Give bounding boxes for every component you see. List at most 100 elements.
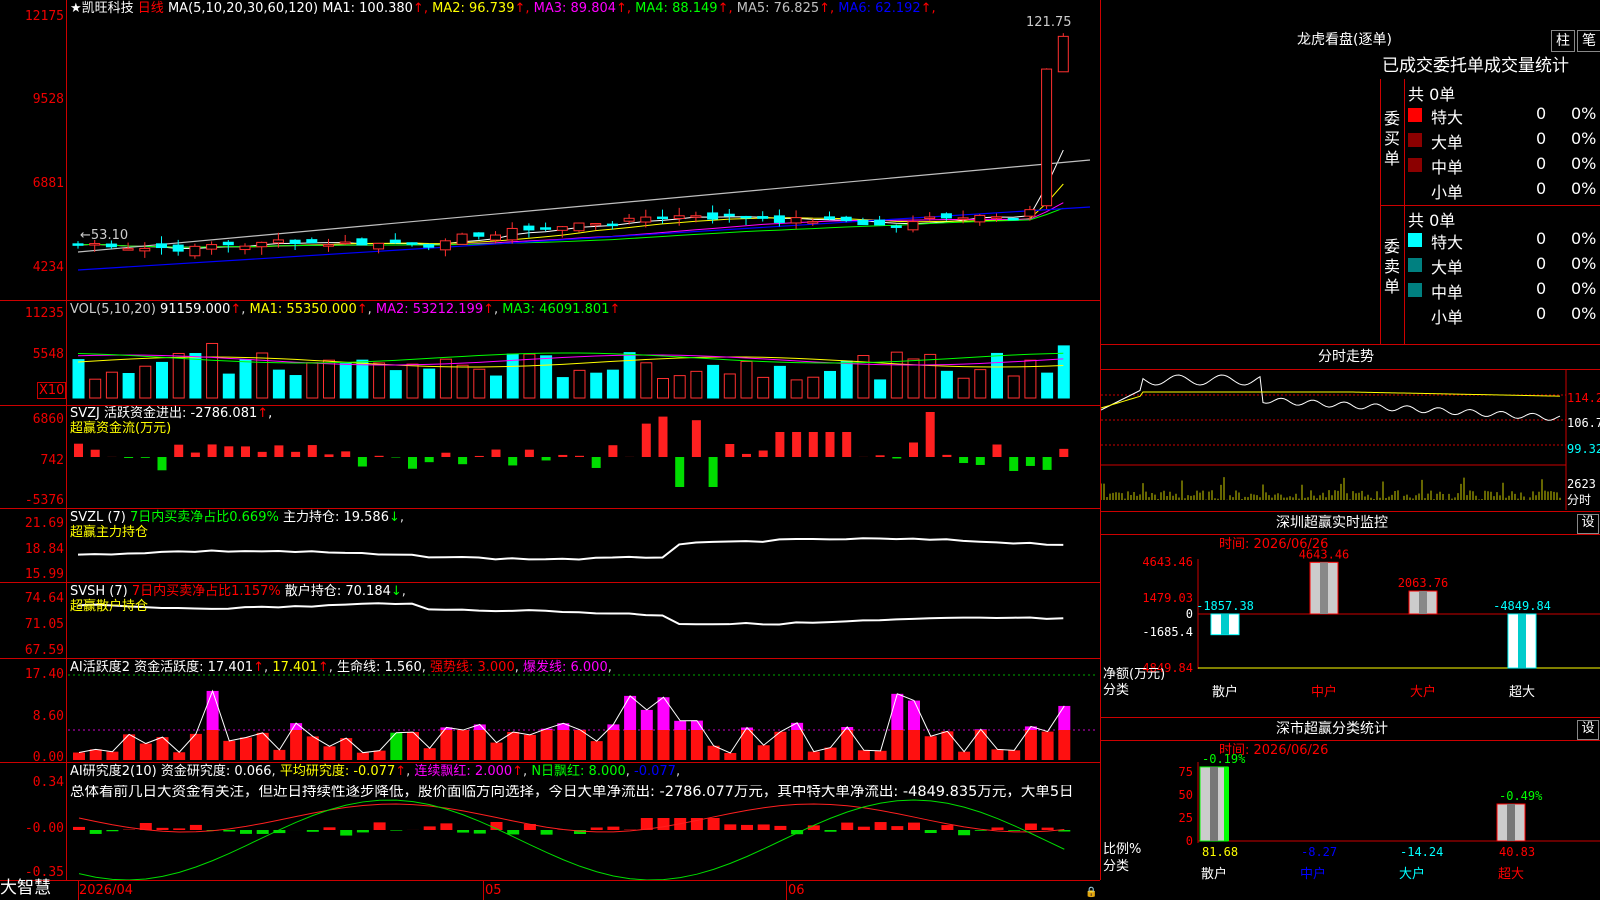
svsh-subtitle: 超赢散户持仓 <box>70 599 149 614</box>
candle <box>606 223 618 227</box>
volume-bar <box>439 358 452 399</box>
activity-bar <box>690 720 703 730</box>
divider <box>1101 344 1600 345</box>
price-tick: 9528 <box>32 92 64 107</box>
research-bar <box>356 830 369 833</box>
sz-monitor-chart: 4643.46 1479.03 0 -1685.4 -4849.84 -1857.38 散户… <box>1103 547 1600 700</box>
buy-total: 共 0单 <box>1408 85 1456 104</box>
candle <box>272 239 284 244</box>
svzj-tick: -5376 <box>24 493 64 508</box>
order-count: 0 <box>1536 279 1547 298</box>
activity-bar <box>1024 730 1037 760</box>
ss-category: 散户 <box>1201 866 1227 882</box>
research-bar <box>874 822 887 830</box>
volume-bar <box>89 378 102 399</box>
date-tick: 05 <box>485 883 502 898</box>
ai2-nday: N日飘红: 8.000 <box>531 764 626 779</box>
research-bar <box>106 830 119 832</box>
volume-bar <box>356 359 369 399</box>
ss-settings-button[interactable]: 设 <box>1577 720 1599 740</box>
volume-bar <box>490 375 502 399</box>
volume-bar <box>974 369 987 399</box>
sz-settings-button[interactable]: 设 <box>1577 514 1599 534</box>
intraday-vol-tick: 2623 <box>1567 477 1596 491</box>
activity-bar <box>841 730 854 760</box>
activity-bar <box>106 751 119 760</box>
flow-bar <box>274 445 284 457</box>
flow-bar <box>842 432 852 457</box>
volume-bar <box>423 368 436 399</box>
svsh-tick: 67.59 <box>24 643 64 658</box>
candle <box>857 219 869 226</box>
vol-tick: 5548 <box>32 347 64 362</box>
volume-bar <box>590 372 603 399</box>
candle <box>122 248 134 251</box>
order-count: 0 <box>1536 229 1547 248</box>
volume-bar <box>306 362 319 399</box>
volume-bar <box>723 373 736 399</box>
candle <box>773 215 785 223</box>
research-bar <box>757 824 770 830</box>
research-bar <box>173 828 186 830</box>
ai1-tick: 17.40 <box>24 667 64 682</box>
order-size-label: 特大 <box>1431 233 1464 252</box>
research-bar <box>189 824 202 830</box>
research-bar <box>423 826 436 830</box>
sz-tick: 1479.03 <box>1142 591 1193 605</box>
svzj-subtitle: 超赢资金流(万元) <box>70 421 172 436</box>
candle <box>974 214 986 223</box>
research-bar <box>657 818 670 830</box>
bar-mode-button[interactable]: 柱 <box>1551 30 1575 52</box>
intraday-chart[interactable] <box>1101 370 1600 510</box>
candle <box>339 241 351 245</box>
ai1-value: AI活跃度2 资金活跃度: 17.401 <box>70 660 254 675</box>
activity-bar <box>273 749 286 760</box>
candle <box>406 242 418 245</box>
flow-bar <box>641 423 651 457</box>
activity-bar <box>857 750 870 760</box>
sz-category: 中户 <box>1311 684 1337 700</box>
flow-bar <box>775 432 785 457</box>
price-tick: 4234 <box>32 260 64 275</box>
order-size-label: 中单 <box>1431 158 1464 177</box>
brand-logo[interactable]: 大智慧 <box>0 880 51 897</box>
research-bar <box>373 822 386 830</box>
trade-stats-tab[interactable]: 已成交委托单成交量统计 <box>1382 55 1569 77</box>
candle <box>206 244 218 250</box>
ma-value: MA1: 100.380 <box>322 1 413 16</box>
flow-bar <box>307 445 317 457</box>
svsh-title: SVSH (7) 7日内买卖净占比1.157% 散户持仓: 70.184↓, <box>70 584 406 599</box>
flow-bar <box>708 457 718 487</box>
candle <box>1024 209 1036 217</box>
order-percent: 0% <box>1571 154 1597 173</box>
volume-bar <box>222 373 235 399</box>
research-bar <box>1008 830 1021 831</box>
activity-bar <box>824 747 837 760</box>
activity-bar <box>73 752 85 760</box>
flow-bar <box>458 457 468 465</box>
activity-bar <box>306 736 319 760</box>
volume-bar <box>1024 359 1037 399</box>
flow-bar <box>875 455 885 457</box>
activity-bar <box>240 737 252 760</box>
ma-value: MA5: 76.825 <box>732 1 820 16</box>
volume-bar <box>640 362 653 399</box>
research-bar <box>841 822 854 830</box>
candle <box>139 247 151 252</box>
activity-bar <box>206 690 219 730</box>
research-bar <box>540 830 553 835</box>
research-bar <box>240 830 252 834</box>
kline-charts[interactable] <box>0 0 1100 880</box>
research-bar <box>457 830 470 833</box>
volume-bar <box>924 353 937 399</box>
candle <box>807 221 819 224</box>
tick-mode-button[interactable]: 笔 <box>1577 30 1600 52</box>
sz-category: 散户 <box>1212 684 1238 700</box>
lock-icon[interactable]: 🔒 <box>1085 885 1097 900</box>
order-size-label: 大单 <box>1431 133 1464 152</box>
ma-value: MA6: 62.192 <box>834 1 921 16</box>
activity-bar <box>891 730 904 760</box>
ai1-strongline: 强势线: 3.000 <box>429 660 515 675</box>
svzj-value: SVZJ 活跃资金进出: -2786.081 <box>70 406 258 421</box>
activity-bar <box>891 693 904 730</box>
